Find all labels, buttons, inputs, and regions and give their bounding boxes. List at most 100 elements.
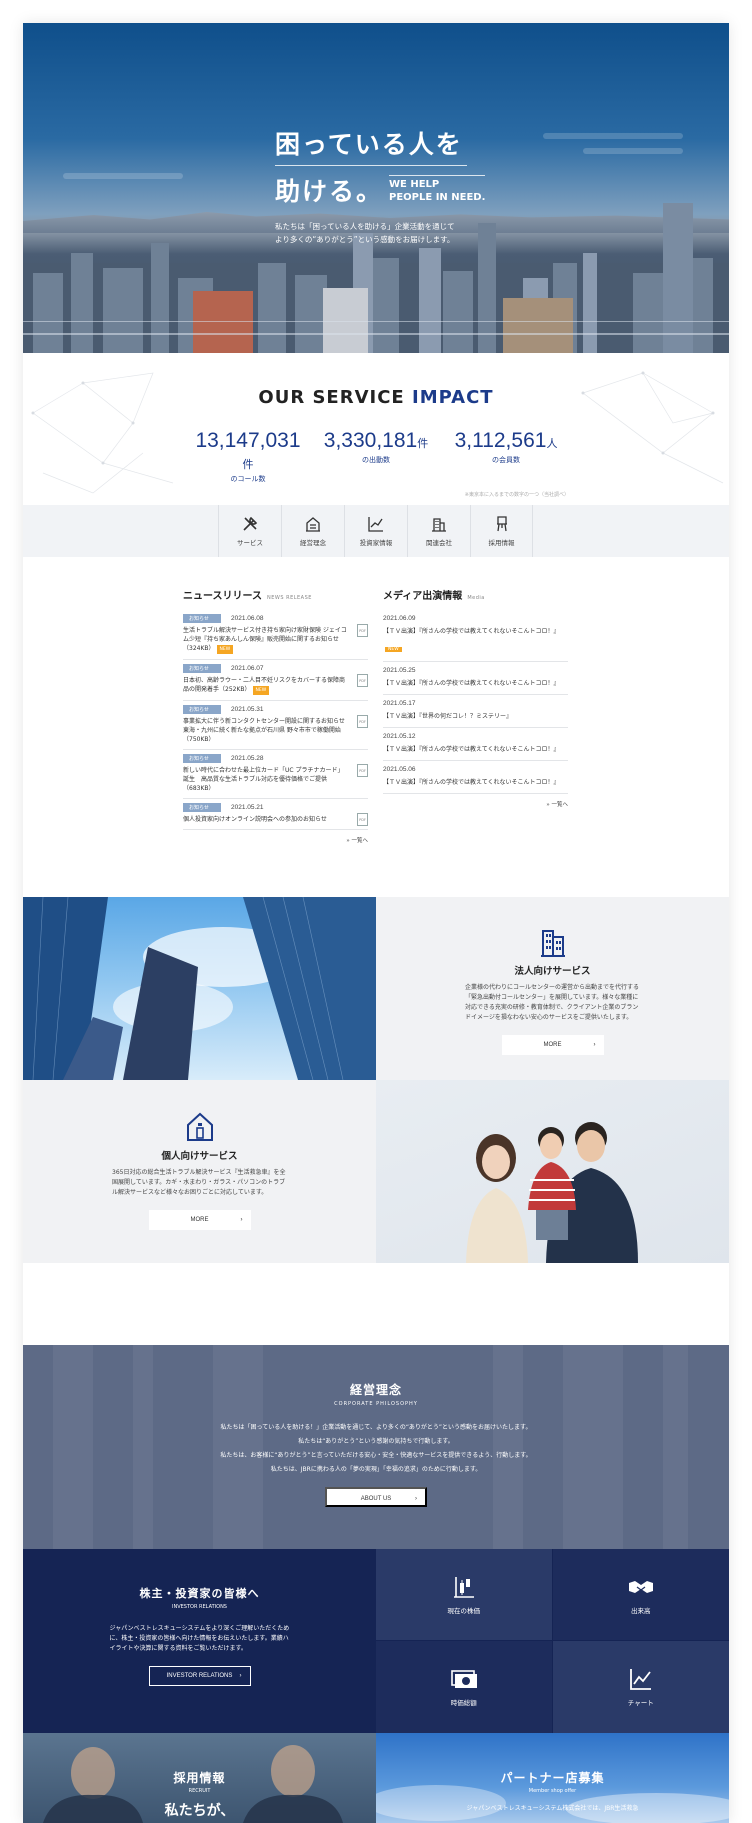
media-text: 【ＴＶ出演】『世界の何だコレ！？ミステリー』 (383, 713, 513, 720)
category-badge: お知らせ (183, 754, 221, 763)
investor-relations-section: 株主・投資家の皆様へ INVESTOR RELATIONS ジャパンベストレスキ… (23, 1549, 376, 1733)
chevron-right-icon: › (415, 1496, 417, 1502)
news-date: 2021.06.08 (231, 615, 264, 622)
news-item[interactable]: お知らせ 2021.06.07 日本初、高齢ラウー・二人目不妊リスクをカバーする保障… (183, 660, 368, 701)
partner-subtitle: Member shop offer (528, 1788, 577, 1794)
quick-nav: サービス 経営理念 投資家情報 関連会社 採用情報 (23, 505, 729, 557)
pdf-icon[interactable]: PDF (357, 764, 368, 777)
news-item[interactable]: お知らせ 2021.06.08 生活トラブル解決サービス付き持ち家向け家財保険 ジェ… (183, 610, 368, 660)
news-section: ニュースリリース NEWS RELEASE お知らせ 2021.06.08 生活トラブ… (23, 557, 729, 897)
category-badge: お知らせ (183, 664, 221, 673)
personal-service-title: 個人向けサービス (161, 1151, 238, 1162)
line-chart-icon (629, 1669, 651, 1690)
philosophy-subtitle: CORPORATE PHILOSOPHY (334, 1401, 418, 1407)
media-date: 2021.06.09 (383, 615, 416, 622)
partner-banner[interactable]: パートナー店募集 Member shop offer ジャパンベストレスキューシ… (376, 1733, 729, 1823)
news-release-column: ニュースリリース NEWS RELEASE お知らせ 2021.06.08 生活トラブ… (183, 587, 368, 844)
page-frame: 困っている人を 助ける。 WE HELP PEOPLE IN NEED. 私たち… (23, 23, 729, 1823)
philosophy-title: 経営理念 (349, 1383, 402, 1397)
news-title: ニュースリリース (183, 591, 262, 602)
media-item[interactable]: 2021.05.06 【ＴＶ出演】『所さんの学校では教えてくれないそこんトコロ！』 (383, 761, 568, 794)
new-badge: NEW (385, 647, 402, 652)
stat-calls: 13,147,031件 のコール数 (195, 429, 301, 483)
chevron-right-icon: › (239, 1673, 242, 1679)
nav-item-investor[interactable]: 投資家情報 (344, 505, 407, 557)
pdf-icon[interactable]: PDF (357, 674, 368, 687)
investor-relations-button[interactable]: INVESTOR RELATIONS › (148, 1666, 251, 1686)
corporate-service-card: 法人向けサービス 企業様の代わりにコールセンターの運営から出動までを代行する「緊… (376, 897, 729, 1080)
chevron-right-icon: › (593, 1042, 596, 1048)
news-list: お知らせ 2021.06.08 生活トラブル解決サービス付き持ち家向け家財保険 ジェ… (183, 610, 368, 830)
news-item[interactable]: お知らせ 2021.05.31 事業拡大に伴う新コンタクトセンター開設に関するお知ら… (183, 701, 368, 750)
media-text: 【ＴＶ出演】『所さんの学校では教えてくれないそこんトコロ！』 (383, 680, 560, 687)
pdf-icon[interactable]: PDF (357, 715, 368, 728)
philosophy-text: 私たちは「困っている人を助ける！」企業活動を通じて、より多くの“ありがとう”とい… (220, 1424, 532, 1473)
office-icon (432, 518, 446, 532)
media-title: メディア出演情報 (383, 591, 463, 602)
hero-title-line2: 助ける。 (275, 177, 384, 206)
office-building-icon (540, 930, 565, 957)
new-badge: NEW (216, 645, 234, 654)
category-badge: お知らせ (183, 614, 221, 623)
recruit-title: 採用情報 (173, 1771, 226, 1785)
impact-title: OUR SERVICE IMPACT (258, 387, 494, 408)
partner-description: ジャパンベストレスキューシステム株式会社では、JBR生活救急 (466, 1805, 639, 1812)
news-text: 個人投資家向けオンライン説明会への参加のお知らせ (183, 816, 327, 823)
recruit-subtitle: RECRUIT (188, 1788, 211, 1794)
hero-description: 私たちは「困っている人を助ける」企業活動を通じて より多くの“ありがとう”という… (275, 222, 455, 244)
hero-title-en: WE HELP PEOPLE IN NEED. (389, 175, 486, 204)
news-item[interactable]: お知らせ 2021.05.28 新しい時代に合わせた最上位カード「UC プラチナカー… (183, 750, 368, 799)
news-text: 日本初、高齢ラウー・二人目不妊リスクをカバーする保障商品の開発着手（252KB）… (183, 677, 346, 695)
partner-title: パートナー店募集 (500, 1771, 605, 1785)
stock-price-icon (453, 1577, 474, 1598)
corporate-image (23, 897, 376, 1080)
media-item[interactable]: 2021.06.09 【ＴＶ出演】『所さんの学校では教えてくれないそこんトコロ！』… (383, 610, 568, 662)
pdf-icon[interactable]: PDF (357, 624, 368, 637)
ir-link-stock-price[interactable]: 現在の株価 (376, 1549, 553, 1641)
media-more-link[interactable]: » 一覧へ (383, 800, 568, 808)
media-item[interactable]: 2021.05.25 【ＴＶ出演】『所さんの学校では教えてくれないそこんトコロ！』 (383, 662, 568, 695)
media-date: 2021.05.12 (383, 733, 416, 740)
nav-item-recruit[interactable]: 採用情報 (470, 505, 533, 557)
news-date: 2021.05.31 (231, 706, 264, 713)
new-badge: NEW (252, 686, 270, 695)
chevron-right-icon: › (240, 1217, 243, 1223)
nav-item-philosophy[interactable]: 経営理念 (281, 505, 344, 557)
impact-note: ※東京本に入るまでの数字の一つ（当社調べ） (464, 492, 569, 498)
about-us-button[interactable]: ABOUT US › (325, 1487, 427, 1507)
news-item[interactable]: お知らせ 2021.05.21 個人投資家向けオンライン説明会への参加のお知らせ PD… (183, 799, 368, 830)
ir-description: ジャパンベストレスキューシステムをより深くご理解いただくために、株主・投資家の皆… (109, 1625, 290, 1652)
hero-title-line1: 困っている人を (275, 125, 467, 166)
ir-title: 株主・投資家の皆様へ (139, 1587, 260, 1600)
chair-icon (496, 516, 507, 532)
corporate-service-title: 法人向けサービス (514, 966, 591, 977)
hero-section: 困っている人を 助ける。 WE HELP PEOPLE IN NEED. 私たち… (23, 23, 729, 353)
news-more-link[interactable]: » 一覧へ (183, 836, 368, 844)
recruit-banner[interactable]: 採用情報 RECRUIT 私たちが、 (23, 1733, 376, 1823)
personal-service-card: 個人向けサービス 365日対応の総合生活トラブル解決サービス『生活救急車』を全国… (23, 1080, 376, 1263)
media-text: 【ＴＶ出演】『所さんの学校では教えてくれないそこんトコロ！』 (383, 779, 560, 786)
media-text: 【ＴＶ出演】『所さんの学校では教えてくれないそこんトコロ！』 (383, 746, 560, 753)
ir-link-chart[interactable]: チャート (552, 1641, 729, 1733)
news-date: 2021.06.07 (231, 665, 264, 672)
chart-icon (368, 517, 383, 532)
nav-item-affiliates[interactable]: 関連会社 (407, 505, 470, 557)
building-icon (306, 517, 320, 532)
media-date: 2021.05.17 (383, 700, 416, 707)
media-column: メディア出演情報 Media 2021.06.09 【ＴＶ出演】『所さんの学校では教… (383, 587, 568, 808)
media-item[interactable]: 2021.05.12 【ＴＶ出演】『所さんの学校では教えてくれないそこんトコロ！』 (383, 728, 568, 761)
handshake-icon (628, 1581, 653, 1593)
media-item[interactable]: 2021.05.17 【ＴＶ出演】『世界の何だコレ！？ミステリー』 (383, 695, 568, 728)
nav-item-service[interactable]: サービス (218, 505, 281, 557)
personal-more-button[interactable]: MORE › (148, 1210, 251, 1230)
media-list: 2021.06.09 【ＴＶ出演】『所さんの学校では教えてくれないそこんトコロ！』… (383, 610, 568, 794)
family-image (376, 1080, 729, 1263)
corporate-more-button[interactable]: MORE › (501, 1035, 604, 1055)
ir-link-market-cap[interactable]: 時価総額 (376, 1641, 553, 1733)
news-date: 2021.05.28 (231, 755, 264, 762)
news-text: 生活トラブル解決サービス付き持ち家向け家財保険 ジェイコム少短『持ち家あんしん保… (183, 627, 347, 654)
hero-text: 困っている人を 助ける。 WE HELP PEOPLE IN NEED. 私たち… (275, 125, 486, 246)
ir-link-volume[interactable]: 出来高 (552, 1549, 729, 1641)
news-text: 新しい時代に合わせた最上位カード「UC プラチナカード」誕生 高品質な生活トラブ… (183, 767, 344, 792)
pdf-icon[interactable]: PDF (357, 813, 368, 826)
